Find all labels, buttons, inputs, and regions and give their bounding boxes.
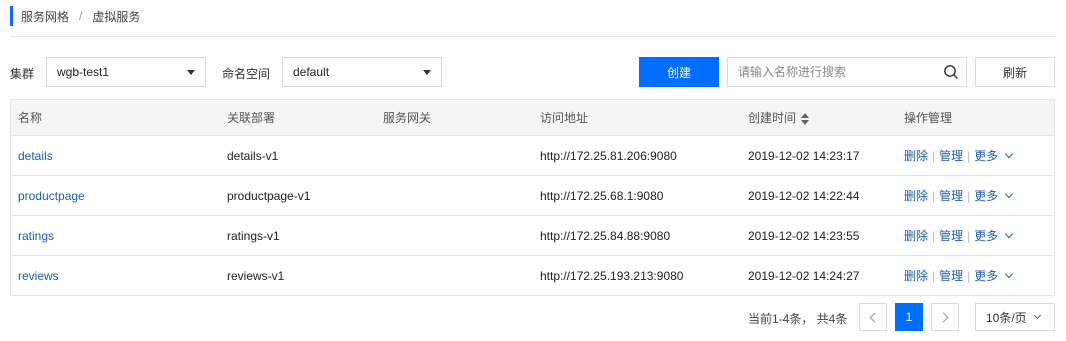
address-cell: http://172.25.84.88:9080 bbox=[540, 228, 671, 243]
table-row: productpage productpage-v1 http://172.25… bbox=[11, 175, 1054, 215]
row-actions: 删除 | 管理 | 更多 bbox=[898, 267, 1054, 284]
column-header-gateway: 服务网关 bbox=[383, 111, 432, 125]
chevron-down-icon[interactable] bbox=[1005, 229, 1014, 238]
service-name-link[interactable]: ratings bbox=[18, 229, 54, 243]
breadcrumb-parent[interactable]: 服务网格 bbox=[21, 8, 69, 25]
created-cell: 2019-12-02 14:22:44 bbox=[748, 188, 860, 203]
table-row: ratings ratings-v1 http://172.25.84.88:9… bbox=[11, 215, 1054, 255]
chevron-left-icon bbox=[869, 312, 880, 322]
action-divider: | bbox=[967, 228, 971, 243]
chevron-right-icon bbox=[938, 312, 949, 322]
chevron-down-icon[interactable] bbox=[1005, 269, 1014, 278]
page-size-select[interactable]: 10条/页 bbox=[975, 303, 1055, 331]
action-divider: | bbox=[967, 148, 971, 163]
caret-down-icon bbox=[423, 69, 431, 75]
page-size-value: 10条/页 bbox=[986, 310, 1027, 325]
action-divider: | bbox=[932, 148, 936, 163]
more-link[interactable]: 更多 bbox=[974, 187, 998, 204]
created-cell: 2019-12-02 14:23:55 bbox=[748, 228, 860, 243]
prev-page-button[interactable] bbox=[859, 303, 887, 331]
manage-link[interactable]: 管理 bbox=[939, 227, 963, 244]
chevron-down-icon bbox=[1033, 311, 1041, 320]
address-cell: http://172.25.68.1:9080 bbox=[540, 188, 664, 203]
cluster-label: 集群 bbox=[10, 67, 35, 81]
chevron-down-icon[interactable] bbox=[1005, 189, 1014, 198]
cluster-select-value: wgb-test1 bbox=[57, 65, 110, 79]
pagination-total: 当前1-4条， 共4条 bbox=[748, 312, 848, 326]
address-cell: http://172.25.193.213:9080 bbox=[540, 268, 684, 283]
created-cell: 2019-12-02 14:23:17 bbox=[748, 148, 860, 163]
table-row: reviews reviews-v1 http://172.25.193.213… bbox=[11, 255, 1054, 295]
table-row: details details-v1 http://172.25.81.206:… bbox=[11, 135, 1054, 175]
breadcrumb-separator: / bbox=[79, 9, 83, 23]
column-header-created[interactable]: 创建时间 bbox=[742, 109, 898, 126]
deployment-cell: ratings-v1 bbox=[227, 228, 280, 243]
create-button[interactable]: 创建 bbox=[639, 57, 719, 87]
column-header-name: 名称 bbox=[18, 111, 43, 125]
action-divider: | bbox=[932, 188, 936, 203]
column-header-address: 访问地址 bbox=[540, 111, 589, 125]
more-link[interactable]: 更多 bbox=[974, 227, 998, 244]
column-header-created-label: 创建时间 bbox=[748, 111, 797, 125]
sort-icon[interactable] bbox=[801, 112, 810, 125]
namespace-label: 命名空间 bbox=[222, 67, 271, 81]
breadcrumb-current: 虚拟服务 bbox=[92, 9, 141, 24]
column-header-ops: 操作管理 bbox=[904, 111, 953, 125]
search-icon[interactable] bbox=[936, 58, 966, 86]
row-actions: 删除 | 管理 | 更多 bbox=[898, 187, 1054, 204]
address-cell: http://172.25.81.206:9080 bbox=[540, 148, 677, 163]
header-divider bbox=[10, 36, 1056, 37]
action-divider: | bbox=[967, 268, 971, 283]
row-actions: 删除 | 管理 | 更多 bbox=[898, 227, 1054, 244]
deployment-cell: reviews-v1 bbox=[227, 268, 285, 283]
namespace-select[interactable]: default bbox=[282, 57, 442, 87]
search-box bbox=[727, 57, 967, 87]
more-link[interactable]: 更多 bbox=[974, 267, 998, 284]
delete-link[interactable]: 删除 bbox=[904, 227, 928, 244]
table-header-row: 名称 关联部署 服务网关 访问地址 创建时间 操作管理 bbox=[11, 100, 1054, 135]
delete-link[interactable]: 删除 bbox=[904, 267, 928, 284]
namespace-select-value: default bbox=[293, 65, 330, 79]
next-page-button[interactable] bbox=[931, 303, 959, 331]
delete-link[interactable]: 删除 bbox=[904, 147, 928, 164]
service-name-link[interactable]: details bbox=[18, 149, 53, 163]
service-name-link[interactable]: reviews bbox=[18, 269, 59, 283]
breadcrumb: 服务网格 / 虚拟服务 bbox=[10, 6, 140, 26]
action-divider: | bbox=[967, 188, 971, 203]
search-input[interactable] bbox=[728, 58, 936, 86]
action-divider: | bbox=[932, 228, 936, 243]
delete-link[interactable]: 删除 bbox=[904, 187, 928, 204]
manage-link[interactable]: 管理 bbox=[939, 267, 963, 284]
virtual-service-table: 名称 关联部署 服务网关 访问地址 创建时间 操作管理 details deta… bbox=[10, 99, 1055, 296]
manage-link[interactable]: 管理 bbox=[939, 187, 963, 204]
deployment-cell: productpage-v1 bbox=[227, 188, 311, 203]
cluster-select[interactable]: wgb-test1 bbox=[46, 57, 206, 87]
row-actions: 删除 | 管理 | 更多 bbox=[898, 147, 1054, 164]
created-cell: 2019-12-02 14:24:27 bbox=[748, 268, 860, 283]
chevron-down-icon[interactable] bbox=[1005, 149, 1014, 158]
deployment-cell: details-v1 bbox=[227, 148, 279, 163]
manage-link[interactable]: 管理 bbox=[939, 147, 963, 164]
page-number-button[interactable]: 1 bbox=[895, 303, 923, 331]
refresh-button[interactable]: 刷新 bbox=[975, 57, 1055, 87]
service-name-link[interactable]: productpage bbox=[18, 189, 85, 203]
action-divider: | bbox=[932, 268, 936, 283]
caret-down-icon bbox=[187, 69, 195, 75]
more-link[interactable]: 更多 bbox=[974, 147, 998, 164]
column-header-deployment: 关联部署 bbox=[227, 111, 276, 125]
